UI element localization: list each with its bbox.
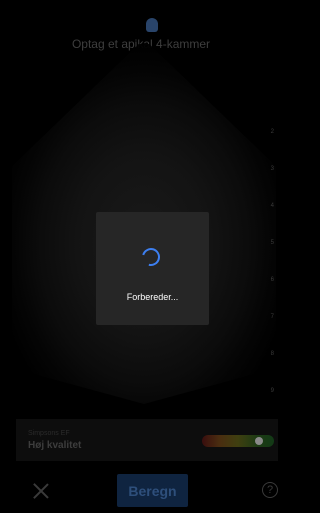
spinner-icon bbox=[138, 244, 164, 270]
help-icon[interactable]: ? bbox=[262, 482, 278, 498]
depth-tick: 6 bbox=[270, 277, 274, 283]
quality-value: Høj kvalitet bbox=[28, 440, 82, 451]
quality-meter bbox=[202, 435, 274, 447]
depth-tick: 4 bbox=[270, 203, 274, 209]
screen: Optag et apikal 4-kammer 2 3 4 5 6 7 8 9… bbox=[0, 0, 282, 513]
calculate-button[interactable]: Beregn bbox=[117, 474, 188, 507]
depth-tick: 7 bbox=[270, 314, 274, 320]
depth-tick: 8 bbox=[270, 351, 274, 357]
depth-tick: 2 bbox=[270, 129, 274, 135]
quality-panel: Simpsons EF Høj kvalitet bbox=[16, 419, 278, 461]
quality-label: Simpsons EF bbox=[28, 430, 70, 437]
depth-scale: 2 3 4 5 6 7 8 9 10 bbox=[258, 129, 274, 434]
person-icon bbox=[146, 18, 158, 32]
depth-tick: 9 bbox=[270, 388, 274, 394]
close-icon[interactable] bbox=[32, 482, 50, 500]
depth-tick: 5 bbox=[270, 240, 274, 246]
loading-dialog: Forbereder... bbox=[96, 212, 209, 325]
quality-knob bbox=[255, 437, 263, 445]
depth-tick: 3 bbox=[270, 166, 274, 172]
loading-text: Forbereder... bbox=[126, 292, 179, 302]
